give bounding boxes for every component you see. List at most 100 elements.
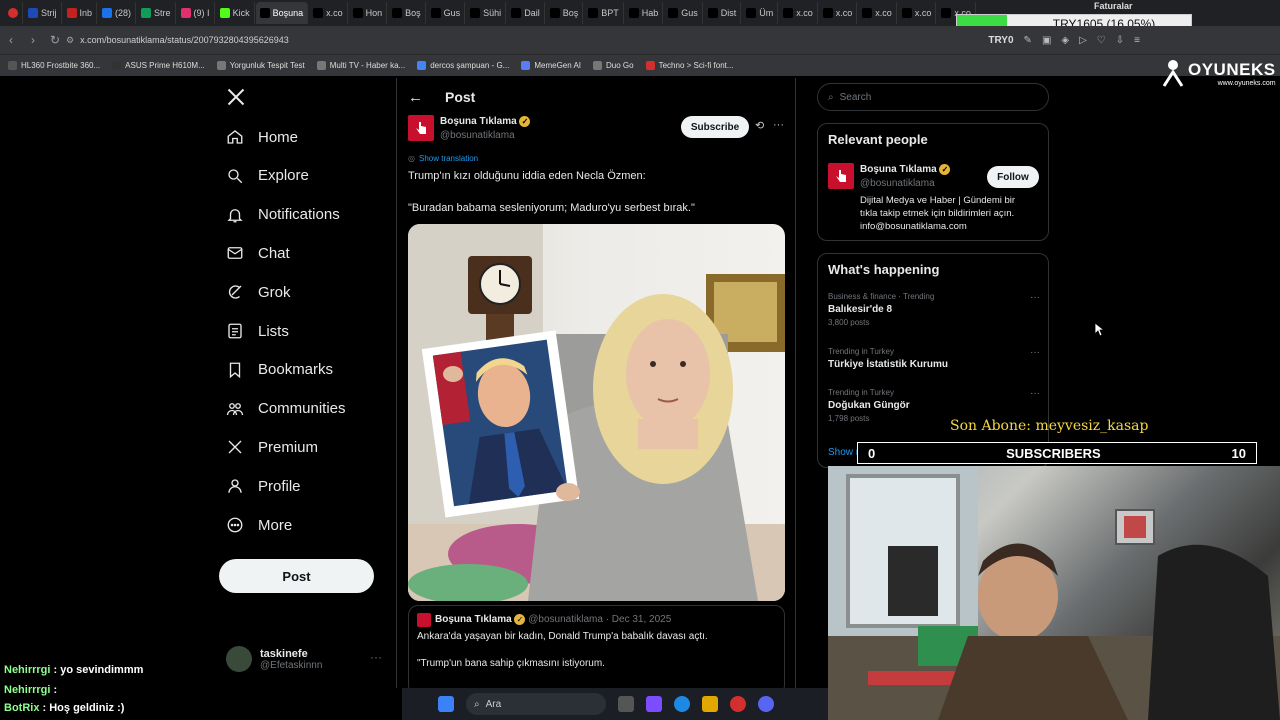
task-view-icon[interactable]: [618, 696, 634, 712]
play-icon[interactable]: ▷: [1079, 35, 1087, 46]
back-arrow-icon[interactable]: ←: [408, 89, 423, 106]
sidebar-item-communities[interactable]: Communities: [226, 396, 346, 422]
edge-icon[interactable]: [674, 696, 690, 712]
browser-tab[interactable]: Hon: [349, 2, 388, 24]
trend-more-icon[interactable]: ···: [1030, 388, 1040, 399]
reload-icon[interactable]: ↻: [44, 33, 66, 47]
bookmark-item[interactable]: Multi TV - Haber ka...: [316, 61, 406, 70]
sidebar-item-label: Communities: [258, 400, 346, 418]
browser-tab[interactable]: Boş: [546, 2, 584, 24]
author-avatar[interactable]: [408, 115, 434, 141]
browser-tab[interactable]: Sühi: [466, 2, 507, 24]
heart-icon[interactable]: ♡: [1097, 35, 1106, 46]
person-avatar[interactable]: [828, 163, 854, 189]
tab-favicon-icon: [941, 8, 952, 18]
post-more-icon[interactable]: ···: [773, 119, 784, 131]
browser-tab[interactable]: Gus: [427, 2, 466, 24]
show-translation-link[interactable]: ◎ Show translation: [408, 154, 478, 163]
bookmark-item[interactable]: ASUS Prime H610M...: [112, 61, 205, 70]
browser-tab[interactable]: x.co: [309, 2, 348, 24]
url-field[interactable]: x.com/bosunatiklama/status/2007932804395…: [80, 35, 289, 45]
file-explorer-icon[interactable]: [702, 696, 718, 712]
sidebar-item-lists[interactable]: Lists: [226, 318, 289, 344]
author-handle[interactable]: @bosunatiklama: [440, 130, 515, 141]
browser-tab[interactable]: BPT: [584, 2, 624, 24]
trend-more-icon[interactable]: ···: [1030, 292, 1040, 303]
bookmark-label: HL360 Frostbite 360...: [21, 61, 101, 70]
tab-favicon-icon: [352, 8, 363, 18]
forward-icon[interactable]: ›: [22, 33, 44, 47]
sidebar-item-home[interactable]: Home: [226, 124, 298, 150]
browser-tab[interactable]: x.co: [858, 2, 897, 24]
person-name[interactable]: Boşuna Tıklama ✓: [860, 164, 951, 175]
browser-tab[interactable]: x.co: [898, 2, 937, 24]
browser-tab[interactable]: (9) I: [177, 2, 215, 24]
sidebar-item-explore[interactable]: Explore: [226, 163, 309, 189]
bookmark-item[interactable]: MemeGen AI: [521, 61, 581, 70]
sidebar-item-label: More: [258, 516, 293, 534]
browser-tab[interactable]: Dist: [704, 2, 742, 24]
extension-label[interactable]: TRY0: [988, 35, 1013, 46]
browser-tab[interactable]: Hab: [625, 2, 664, 24]
post-image[interactable]: [408, 224, 785, 601]
discord-icon[interactable]: [758, 696, 774, 712]
bookmark-item[interactable]: Duo Go: [593, 61, 634, 70]
opera-icon[interactable]: [730, 696, 746, 712]
browser-tab[interactable]: x.co: [819, 2, 858, 24]
browser-tab[interactable]: Dail: [507, 2, 545, 24]
bookmark-item[interactable]: HL360 Frostbite 360...: [8, 61, 100, 70]
sidebar-item-chat[interactable]: Chat: [226, 240, 290, 266]
follow-button[interactable]: Follow: [987, 166, 1039, 188]
opera-menu-icon[interactable]: [4, 2, 23, 24]
browser-tab[interactable]: Strij: [24, 2, 62, 24]
trend-more-icon[interactable]: ···: [1030, 347, 1040, 358]
edit-icon[interactable]: ✎: [1024, 35, 1032, 46]
sidebar-item-label: Grok: [258, 283, 291, 301]
browser-tab[interactable]: Üm: [742, 2, 779, 24]
browser-tab[interactable]: Stre: [137, 2, 176, 24]
sidebar-item-more[interactable]: More: [226, 512, 292, 538]
windows-start-icon[interactable]: [438, 696, 454, 712]
browser-tab[interactable]: Kick: [216, 2, 255, 24]
account-more-icon[interactable]: ···: [370, 650, 382, 664]
subscribe-button[interactable]: Subscribe: [681, 116, 749, 138]
browser-tab[interactable]: Inb: [63, 2, 98, 24]
bookmark-item[interactable]: Techno > Sci-fi font...: [645, 61, 734, 70]
download-icon[interactable]: ⇩: [1116, 35, 1124, 46]
bookmark-label: Multi TV - Haber ka...: [329, 61, 406, 70]
shield-icon[interactable]: ◈: [1061, 35, 1069, 46]
browser-tab[interactable]: x.co: [779, 2, 818, 24]
browser-tab[interactable]: Boşuna: [255, 2, 309, 24]
person-handle[interactable]: @bosunatiklama: [860, 178, 935, 189]
bookmark-item[interactable]: Yorgunluk Tespit Test: [216, 61, 305, 70]
sidebar-item-notifications[interactable]: Notifications: [226, 202, 340, 228]
trend-item[interactable]: Trending in Turkey Türkiye İstatistik Kur…: [828, 347, 1040, 373]
camera-icon[interactable]: ▣: [1042, 35, 1051, 46]
tab-label: Inb: [79, 8, 93, 18]
browser-tab[interactable]: Gus: [664, 2, 703, 24]
sidebar-item-premium[interactable]: Premium: [226, 434, 318, 460]
author-name[interactable]: Boşuna Tıklama ✓: [440, 116, 531, 127]
post-button[interactable]: Post: [219, 559, 374, 593]
tab-favicon-icon: [901, 8, 912, 18]
browser-tab[interactable]: Boş: [388, 2, 426, 24]
mail-icon: [226, 244, 244, 262]
bookmark-label: dercos şampuan - G...: [430, 61, 510, 70]
menu-icon[interactable]: ≡: [1134, 35, 1140, 46]
sidebar-item-profile[interactable]: Profile: [226, 473, 301, 499]
sidebar-item-grok[interactable]: Grok: [226, 279, 291, 305]
taskbar-search[interactable]: ⌕ Ara: [466, 693, 606, 715]
copilot-icon[interactable]: [646, 696, 662, 712]
grok-icon[interactable]: ⟲: [755, 119, 764, 132]
x-logo-icon[interactable]: [226, 87, 246, 112]
account-switcher[interactable]: taskinefe @Efetaskinnn: [226, 643, 386, 675]
back-icon[interactable]: ‹: [0, 33, 22, 47]
browser-tab[interactable]: (28): [98, 2, 137, 24]
bookmark-item[interactable]: dercos şampuan - G...: [417, 61, 509, 70]
trend-item[interactable]: Business & finance · Trending Balıkesir'd…: [828, 292, 1040, 327]
brand-url: www.oyuneks.com: [1217, 79, 1276, 87]
chat-message: Nehirrrgi :: [4, 684, 57, 696]
search-input[interactable]: ⌕ Search: [817, 83, 1049, 111]
sidebar-item-bookmarks[interactable]: Bookmarks: [226, 357, 333, 383]
site-info-icon[interactable]: ⚙: [66, 35, 74, 46]
